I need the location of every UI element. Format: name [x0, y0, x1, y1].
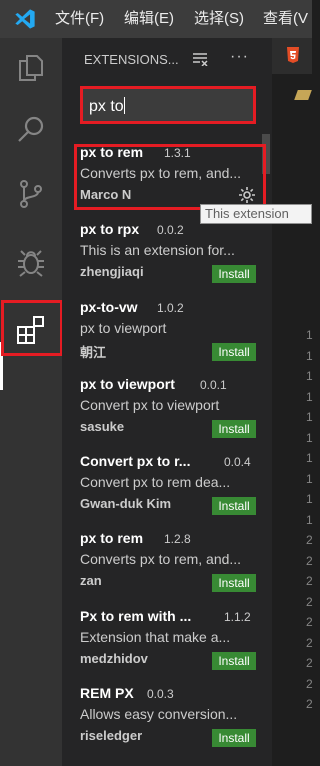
- extension-item[interactable]: Convert px to r... 0.0.4 Convert px to r…: [62, 453, 262, 530]
- install-button[interactable]: Install: [212, 265, 256, 283]
- html5-file-icon[interactable]: [286, 47, 300, 63]
- extension-description: Convert px to viewport: [80, 397, 220, 413]
- extension-item[interactable]: px to rem 1.2.8 Converts px to rem, and.…: [62, 530, 262, 607]
- extension-version: 1.0.2: [157, 301, 184, 315]
- extension-item[interactable]: px to rpx 0.0.2 This is an extension for…: [62, 221, 262, 298]
- extension-description: Allows easy conversion...: [80, 706, 238, 722]
- line-number: 1: [306, 369, 313, 383]
- line-number: 1: [306, 348, 313, 363]
- sidebar-title: EXTENSIONS...: [84, 52, 179, 67]
- install-button[interactable]: Install: [212, 652, 256, 670]
- extension-version: 0.0.3: [147, 687, 174, 701]
- line-number: 1: [306, 430, 313, 445]
- extension-item[interactable]: Px to rem with ... 1.1.2 Extension that …: [62, 608, 262, 685]
- install-button[interactable]: Install: [212, 420, 256, 438]
- extension-name: REM PX: [80, 685, 134, 701]
- extensions-highlight-box: [1, 300, 63, 356]
- extension-publisher: zan: [80, 573, 102, 588]
- install-button[interactable]: Install: [212, 497, 256, 515]
- extension-description: px to viewport: [80, 320, 167, 336]
- search-icon[interactable]: [15, 114, 47, 146]
- menu-view[interactable]: 查看(V: [263, 10, 308, 28]
- line-number: 1: [306, 451, 313, 465]
- line-number: 1: [306, 471, 313, 486]
- extension-publisher: medzhidov: [80, 651, 148, 666]
- editor-area: 1 1 1 1 1 1 1 1 1 1 2 2 2 2 2 2 2 2 2: [272, 38, 313, 766]
- install-button[interactable]: Install: [212, 574, 256, 592]
- extension-publisher: zhengjiaqi: [80, 264, 144, 279]
- extension-description: This is an extension for...: [80, 242, 235, 258]
- more-actions-icon[interactable]: ···: [230, 48, 249, 66]
- selected-extension-highlight-box: [74, 144, 266, 210]
- extension-description: Converts px to rem, and...: [80, 551, 242, 567]
- line-number: 2: [306, 635, 313, 650]
- menu-file[interactable]: 文件(F): [55, 10, 104, 28]
- line-number: 2: [306, 594, 313, 609]
- line-number: 1: [306, 328, 313, 342]
- menu-bar: 文件(F) 编辑(E) 选择(S) 查看(V: [0, 0, 312, 38]
- extension-version: 0.0.2: [157, 223, 184, 237]
- install-button[interactable]: Install: [212, 729, 256, 747]
- line-number: 1: [306, 410, 313, 424]
- line-number: 1: [306, 512, 313, 527]
- extension-description: Convert px to rem dea...: [80, 474, 231, 490]
- line-number: 1: [306, 389, 313, 404]
- extension-name: px to viewport: [80, 376, 175, 392]
- extension-search-input[interactable]: px to: [80, 86, 256, 124]
- extension-publisher: 朝江: [80, 345, 107, 360]
- debug-icon[interactable]: [15, 246, 47, 278]
- explorer-icon[interactable]: [15, 52, 47, 84]
- menu-edit[interactable]: 编辑(E): [124, 10, 174, 28]
- line-number: 2: [306, 676, 313, 691]
- line-number: 2: [306, 615, 313, 629]
- extension-version: 1.1.2: [224, 610, 251, 624]
- menu-selection[interactable]: 选择(S): [194, 10, 244, 28]
- extension-item[interactable]: px-to-vw 1.0.2 px to viewport 朝江 Install: [62, 299, 262, 376]
- extension-version: 0.0.4: [224, 455, 251, 469]
- extension-item[interactable]: REM PX 0.0.3 Allows easy conversion... r…: [62, 685, 262, 762]
- text-caret: [123, 97, 125, 114]
- search-value: px to: [89, 98, 124, 115]
- extension-name: px to rpx: [80, 221, 140, 237]
- install-button[interactable]: Install: [212, 343, 256, 361]
- tooltip: This extension: [200, 204, 312, 224]
- extension-description: Extension that make a...: [80, 629, 231, 645]
- extension-version: 0.0.1: [200, 378, 227, 392]
- extension-publisher: Gwan-duk Kim: [80, 496, 172, 511]
- extension-name: px to rem: [80, 530, 144, 546]
- line-number: 1: [306, 492, 313, 506]
- extension-name: px-to-vw: [80, 299, 138, 315]
- line-number: 2: [306, 553, 313, 568]
- extension-item[interactable]: px to viewport 0.0.1 Convert px to viewp…: [62, 376, 262, 453]
- line-number: 2: [306, 533, 313, 547]
- line-number: 2: [306, 574, 313, 588]
- extension-publisher: riseledger: [80, 728, 143, 743]
- source-control-icon[interactable]: [15, 178, 47, 210]
- extension-publisher: sasuke: [80, 419, 125, 434]
- extension-name: Px to rem with ...: [80, 608, 192, 624]
- line-number: 2: [306, 697, 313, 711]
- line-number: 2: [306, 656, 313, 670]
- vscode-logo-icon: [15, 9, 35, 29]
- clear-extensions-icon[interactable]: [192, 52, 208, 66]
- breadcrumb-folder-icon: [294, 90, 312, 100]
- extensions-sidebar: EXTENSIONS... ··· px to px to rem 1.3.1 …: [62, 38, 272, 766]
- activity-bar: [0, 38, 63, 766]
- extension-version: 1.2.8: [164, 532, 191, 546]
- editor-tab-bar: [272, 38, 312, 74]
- extension-name: Convert px to r...: [80, 453, 191, 469]
